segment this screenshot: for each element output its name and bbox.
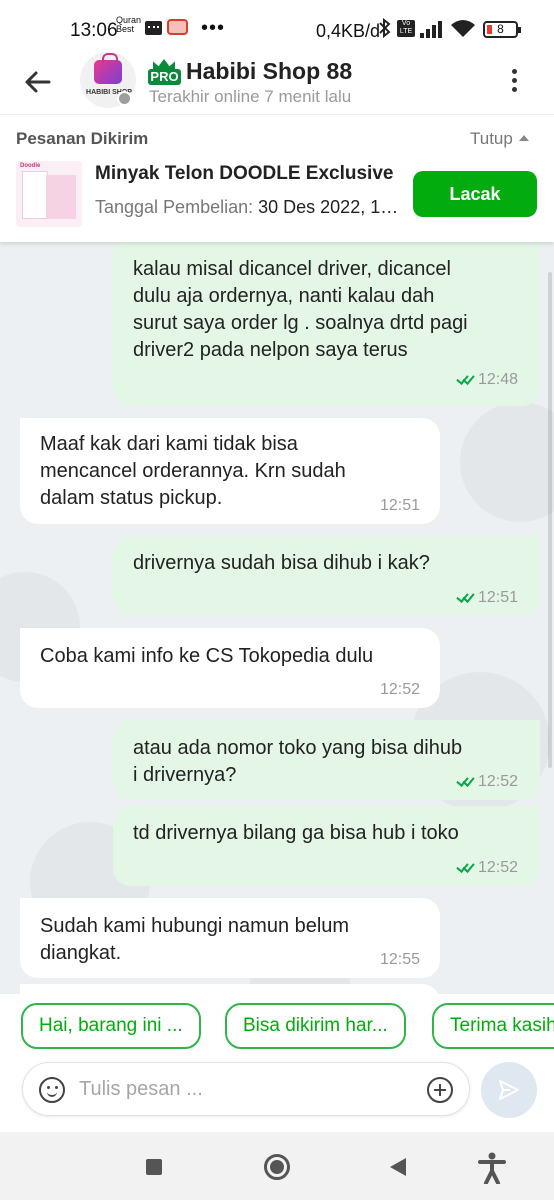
- pro-badge: PRO: [148, 59, 181, 86]
- message-bubble-outgoing[interactable]: kalau misal dicancel driver, dicancel du…: [113, 242, 540, 406]
- message-text: atau ada nomor toko yang bisa dihub i dr…: [133, 737, 463, 786]
- send-icon: [499, 1080, 519, 1100]
- wifi-icon: [450, 18, 476, 38]
- accessibility-icon: [478, 1152, 506, 1185]
- battery-level: 8: [497, 22, 504, 36]
- shop-logo-icon: [94, 53, 122, 84]
- message-meta: 12:48: [456, 366, 518, 393]
- message-time: 12:48: [477, 371, 518, 388]
- recent-apps-button[interactable]: [146, 1159, 162, 1175]
- message-time: 12:51: [477, 589, 518, 606]
- kebab-menu-icon: [511, 69, 517, 74]
- message-bubble-incoming[interactable]: Sudah kami hubungi namun belum diangkat.…: [20, 898, 440, 978]
- double-check-icon: [456, 861, 474, 871]
- app-notification-icon: [167, 19, 188, 35]
- shop-name[interactable]: Habibi Shop 88: [186, 58, 352, 85]
- purchase-date-value: 30 Des 2022, 12:00: [258, 197, 405, 217]
- send-button[interactable]: [481, 1062, 537, 1118]
- track-order-button[interactable]: Lacak: [413, 171, 537, 217]
- message-composer: [0, 1060, 554, 1132]
- last-online-status: Terakhir online 7 menit lalu: [149, 87, 352, 106]
- purchase-date: Tanggal Pembelian: 30 Des 2022, 12:00: [95, 197, 405, 218]
- more-notifications-icon: •••: [201, 17, 226, 39]
- message-meta: 12:51: [456, 584, 518, 611]
- message-time: 12:52: [477, 773, 518, 790]
- more-options-button[interactable]: [504, 66, 524, 96]
- product-brand-text: Doodle: [20, 163, 41, 169]
- message-text: td drivernya bilang ga bisa hub i toko: [133, 822, 459, 844]
- double-check-icon: [456, 591, 474, 601]
- message-bubble-outgoing[interactable]: drivernya sudah bisa dihub i kak? 12:51: [113, 536, 540, 616]
- message-meta: 12:52: [456, 854, 518, 881]
- product-thumbnail[interactable]: Doodle: [16, 161, 82, 227]
- quick-reply-chip[interactable]: Bisa dikirim har...: [225, 1003, 406, 1049]
- quran-best-icon: Quran Best: [116, 15, 142, 34]
- quick-reply-chip[interactable]: Terima kasih: [432, 1003, 554, 1049]
- home-button[interactable]: [264, 1154, 290, 1180]
- chat-header: HABIBI SHOP PRO Habibi Shop 88 Terakhir …: [0, 44, 554, 114]
- message-notification-icon: [145, 21, 162, 35]
- message-text: Coba kami info ke CS Tokopedia dulu: [40, 645, 374, 667]
- message-time: 12:52: [477, 859, 518, 876]
- status-time: 13:06: [70, 20, 118, 41]
- message-text: drivernya sudah bisa dihub i kak?: [133, 552, 430, 574]
- close-order-label: Tutup: [470, 129, 513, 148]
- chat-messages[interactable]: kalau misal dicancel driver, dicancel du…: [0, 242, 554, 994]
- status-bar: 13:06 Quran Best ••• 0,4KB/d Vo LTE 8: [0, 0, 554, 44]
- message-bubble-outgoing[interactable]: atau ada nomor toko yang bisa dihub i dr…: [113, 720, 540, 800]
- message-bubble-outgoing[interactable]: td drivernya bilang ga bisa hub i toko 1…: [113, 806, 540, 886]
- signal-icon: [420, 20, 446, 38]
- back-button[interactable]: [22, 66, 54, 98]
- purchase-date-label: Tanggal Pembelian:: [95, 197, 254, 217]
- message-input-container[interactable]: [22, 1062, 470, 1116]
- quick-replies: Hai, barang ini ... Bisa dikirim har... …: [0, 994, 554, 1060]
- close-order-button[interactable]: Tutup: [470, 129, 529, 149]
- message-time: 12:55: [379, 951, 420, 968]
- message-time: 12:52: [379, 681, 420, 698]
- chevron-up-icon: [518, 135, 529, 141]
- arrow-left-icon: [25, 71, 51, 93]
- add-attachment-icon[interactable]: [427, 1077, 453, 1103]
- volte-icon: Vo LTE: [397, 20, 415, 37]
- double-check-icon: [456, 373, 474, 383]
- offline-status-dot: [117, 91, 132, 106]
- message-meta: 12:52: [456, 768, 518, 795]
- message-input[interactable]: [79, 1073, 409, 1105]
- order-status: Pesanan Dikirim: [16, 129, 149, 148]
- bluetooth-icon: [378, 17, 392, 43]
- chat-scrollbar[interactable]: [548, 272, 552, 768]
- network-speed: 0,4KB/d: [316, 21, 381, 41]
- message-text: Sudah kami hubungi namun belum diangkat.: [40, 915, 350, 964]
- quick-reply-chip[interactable]: Hai, barang ini ...: [21, 1003, 201, 1049]
- battery-icon: 8: [483, 21, 521, 38]
- pro-label: PRO: [148, 69, 181, 85]
- message-bubble-incoming[interactable]: Coba kami info ke CS Tokopedia dulu 12:5…: [20, 628, 440, 708]
- order-card: Pesanan Dikirim Tutup Doodle Minyak Telo…: [0, 114, 554, 242]
- message-bubble-incoming[interactable]: [20, 984, 440, 994]
- emoji-icon[interactable]: [39, 1077, 65, 1103]
- double-check-icon: [456, 775, 474, 785]
- message-time: 12:51: [379, 497, 420, 514]
- product-name[interactable]: Minyak Telon DOODLE Exclusive: [95, 163, 395, 185]
- message-text: Maaf kak dari kami tidak bisa mencancel …: [40, 433, 346, 509]
- system-navigation-bar: [0, 1132, 554, 1200]
- system-back-button[interactable]: [390, 1158, 406, 1176]
- accessibility-button[interactable]: [478, 1152, 506, 1185]
- message-bubble-incoming[interactable]: Maaf kak dari kami tidak bisa mencancel …: [20, 418, 440, 524]
- message-text: kalau misal dicancel driver, dicancel du…: [133, 258, 468, 361]
